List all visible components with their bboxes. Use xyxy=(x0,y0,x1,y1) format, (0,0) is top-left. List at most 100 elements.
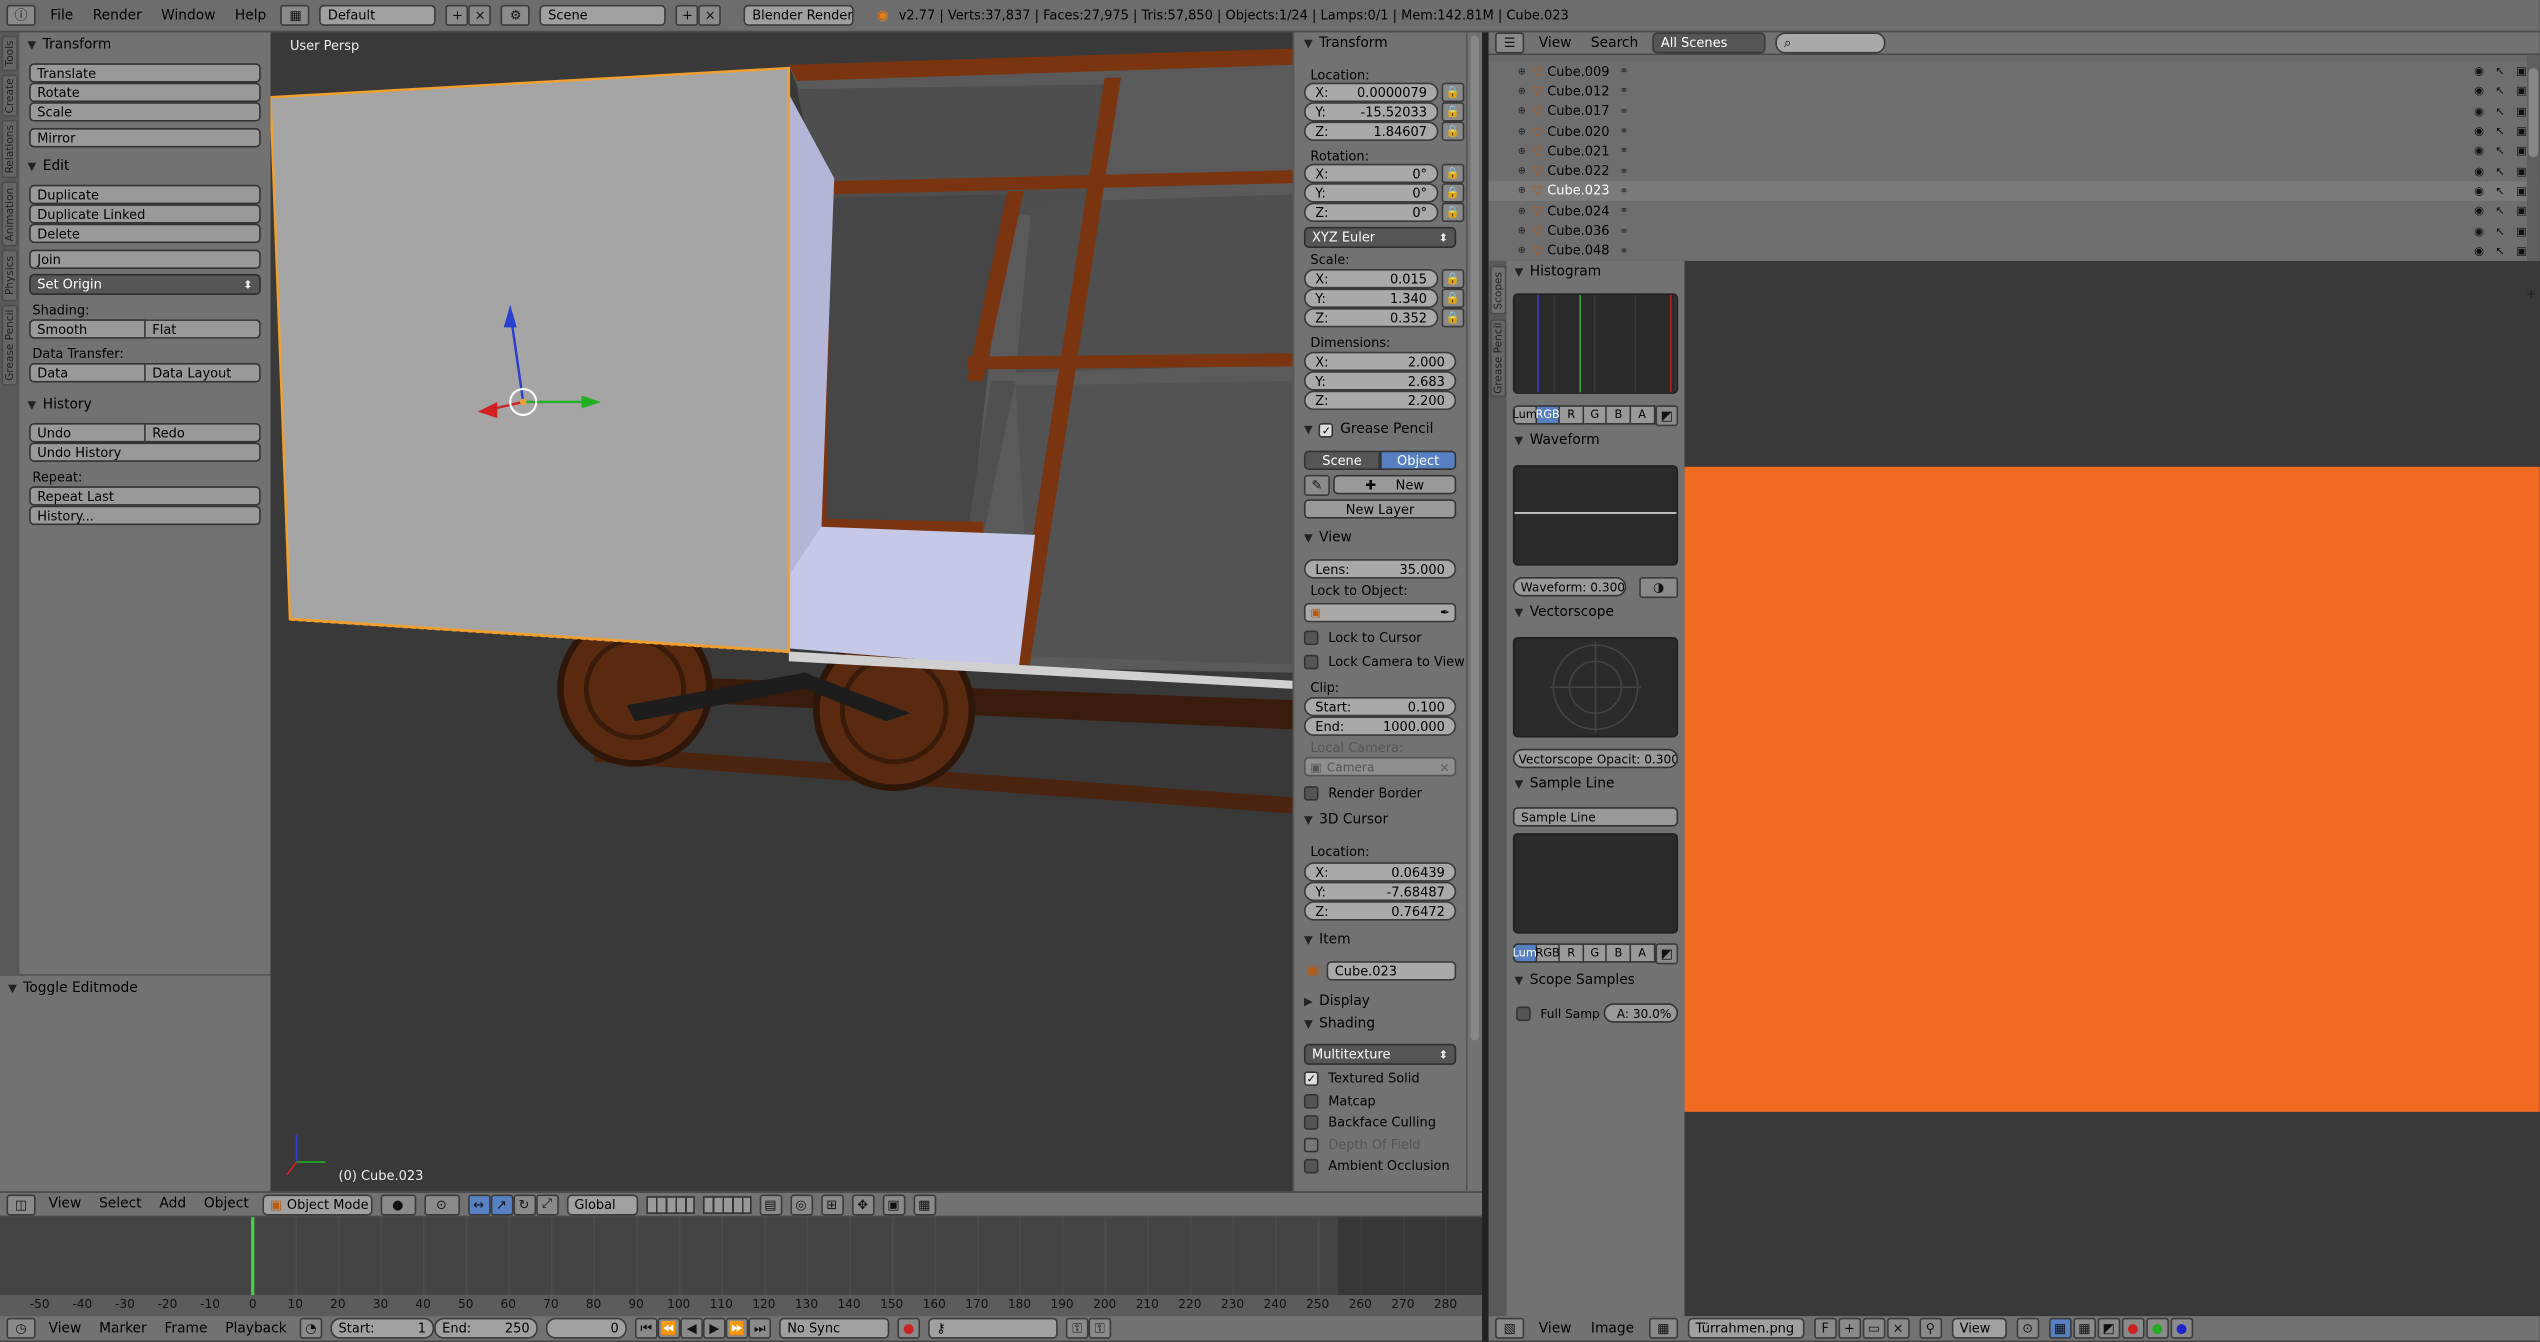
rotation-y-field[interactable]: Y: 0° xyxy=(1303,183,1439,203)
outliner-menu-view[interactable]: View xyxy=(1534,35,1576,51)
sample-line-header[interactable]: ▼ Sample Line xyxy=(1506,773,1615,796)
selectable-cursor-icon[interactable]: ↖ xyxy=(2495,65,2505,78)
visibility-eye-icon[interactable]: ◉ xyxy=(2474,85,2484,98)
image-editor-canvas[interactable]: + xyxy=(1684,260,2540,1317)
shading-mode-select[interactable]: Multitexture ⬍ xyxy=(1303,1043,1457,1065)
history-button[interactable]: History... xyxy=(29,505,261,526)
add-scene-icon[interactable]: + xyxy=(676,4,699,26)
render-camera-icon[interactable]: ▣ xyxy=(2516,185,2527,198)
render-camera-icon[interactable]: ▣ xyxy=(2516,205,2527,218)
vectorscope-display[interactable] xyxy=(1512,636,1679,738)
clip-end-field[interactable]: End: 1000.000 xyxy=(1303,716,1457,736)
timeline-menu-view[interactable]: View xyxy=(44,1320,86,1336)
lock-rotation-z-icon[interactable]: 🔒 xyxy=(1441,202,1465,223)
repeat-last-button[interactable]: Repeat Last xyxy=(29,486,261,506)
jump-start-icon[interactable]: ⏮ xyxy=(634,1317,658,1339)
visibility-eye-icon[interactable]: ◉ xyxy=(2474,65,2484,78)
smooth-button[interactable]: Smooth xyxy=(29,319,146,339)
render-camera-icon[interactable]: ▣ xyxy=(2516,165,2527,178)
lock-location-x-icon[interactable]: 🔒 xyxy=(1441,82,1465,103)
lock-rotation-y-icon[interactable]: 🔒 xyxy=(1441,183,1465,203)
jump-key-forward-icon[interactable]: ⏩ xyxy=(725,1317,749,1339)
menu-render[interactable]: Render xyxy=(88,7,147,23)
expand-icon[interactable]: ⊕ xyxy=(1518,205,1526,216)
visibility-eye-icon[interactable]: ◉ xyxy=(2474,105,2484,118)
outliner-row[interactable]: ⊕ ▽ Cube.036 ⚭ ◉ ↖ ▣ xyxy=(1489,221,2540,241)
outliner-scroll-thumb[interactable] xyxy=(2528,68,2539,158)
scale-manipulator-icon[interactable]: ⤢ xyxy=(535,1193,559,1215)
timeline-menu-frame[interactable]: Frame xyxy=(160,1320,213,1336)
join-button[interactable]: Join xyxy=(29,249,261,270)
tab-physics[interactable]: Physics xyxy=(1,249,18,302)
render-camera-icon[interactable]: ▣ xyxy=(2516,244,2527,257)
histogram-log-icon[interactable]: ◩ xyxy=(1655,405,1679,427)
sample-line-button[interactable]: Sample Line xyxy=(1512,807,1679,827)
outliner-item-label[interactable]: Cube.012 xyxy=(1547,84,1609,99)
lock-scale-z-icon[interactable]: 🔒 xyxy=(1441,307,1465,328)
opengl-render-icon[interactable]: ▦ xyxy=(912,1193,936,1215)
scale-button[interactable]: Scale xyxy=(29,102,261,122)
keying-set-field[interactable]: ⚷ xyxy=(928,1317,1058,1339)
rotation-z-field[interactable]: Z: 0° xyxy=(1303,202,1439,223)
outliner-row[interactable]: ⊕ ▽ Cube.024 ⚭ ◉ ↖ ▣ xyxy=(1489,201,2540,221)
rotate-manipulator-icon[interactable]: ↻ xyxy=(512,1193,536,1215)
menu-add[interactable]: Add xyxy=(155,1196,191,1212)
backface-culling-checkbox[interactable]: Backface Culling xyxy=(1303,1112,1436,1131)
open-image-icon[interactable]: ▭ xyxy=(1862,1317,1886,1339)
outliner-row[interactable]: ⊕ ▽ Cube.017 ⚭ ◉ ↖ ▣ xyxy=(1489,101,2540,121)
expand-icon[interactable]: ⊕ xyxy=(1518,185,1526,196)
hist-g-button[interactable]: G xyxy=(1583,405,1608,425)
gp-object-button[interactable]: Object xyxy=(1380,450,1457,471)
waveform-display[interactable] xyxy=(1512,465,1679,566)
outliner-item-label[interactable]: Cube.048 xyxy=(1547,244,1609,259)
outliner-item-label[interactable]: Cube.020 xyxy=(1547,124,1609,139)
translate-manipulator-icon[interactable]: ↗ xyxy=(490,1193,513,1215)
proportional-edit-icon[interactable]: ◎ xyxy=(789,1193,813,1215)
hist-r-button[interactable]: R xyxy=(1560,405,1584,425)
expand-icon[interactable]: ⊕ xyxy=(1518,166,1526,177)
line-rgb-button[interactable]: RGB xyxy=(1535,943,1561,963)
cursor-y-field[interactable]: Y: -7.68487 xyxy=(1303,881,1457,902)
timeline-area[interactable] xyxy=(0,1217,1484,1317)
selectable-cursor-icon[interactable]: ↖ xyxy=(2495,185,2505,198)
visibility-eye-icon[interactable]: ◉ xyxy=(2474,205,2484,218)
textured-solid-checkbox[interactable]: ✓ Textured Solid xyxy=(1303,1068,1420,1087)
outliner-search-input[interactable]: ⌕ xyxy=(1775,32,1887,54)
insert-keyframe-icon[interactable]: ⚿ xyxy=(1065,1317,1089,1339)
current-frame-field[interactable]: 0 xyxy=(545,1317,627,1339)
cursor-x-field[interactable]: X: 0.06439 xyxy=(1303,862,1457,882)
scale-z-field[interactable]: Z: 0.352 xyxy=(1303,307,1439,328)
outliner-item-label[interactable]: Cube.021 xyxy=(1547,144,1609,159)
histogram-header[interactable]: ▼ Histogram xyxy=(1506,261,1684,284)
vectorscope-opacity-slider[interactable]: Vectorscope Opacit: 0.300 xyxy=(1512,748,1679,769)
play-reverse-icon[interactable]: ◀ xyxy=(680,1317,703,1339)
outliner-row[interactable]: ⊕ ▽ Cube.020 ⚭ ◉ ↖ ▣ xyxy=(1489,121,2540,141)
vectorscope-header[interactable]: ▼ Vectorscope xyxy=(1506,601,1614,624)
line-r-button[interactable]: R xyxy=(1560,943,1584,963)
line-lum-button[interactable]: Lum xyxy=(1513,943,1537,963)
redo-button[interactable]: Redo xyxy=(145,423,261,443)
tab-relations[interactable]: Relations xyxy=(1,119,18,179)
lock-location-z-icon[interactable]: 🔒 xyxy=(1441,121,1465,142)
delete-button[interactable]: Delete xyxy=(29,223,261,244)
flat-button[interactable]: Flat xyxy=(145,319,261,339)
gp-scene-button[interactable]: Scene xyxy=(1303,450,1381,471)
history-panel-header[interactable]: ▼ History xyxy=(19,392,270,418)
frame-end-field[interactable]: End: 250 xyxy=(434,1317,538,1339)
timeline-menu-marker[interactable]: Marker xyxy=(94,1320,151,1336)
layer-lock-icon[interactable]: ▤ xyxy=(758,1193,782,1215)
eyedropper-icon[interactable]: ✒ xyxy=(1440,606,1450,619)
expand-icon[interactable]: ⊕ xyxy=(1518,66,1526,77)
line-g-button[interactable]: G xyxy=(1583,943,1608,963)
render-camera-icon[interactable]: ▣ xyxy=(2516,85,2527,98)
properties-scroll-thumb[interactable] xyxy=(1470,35,1479,1041)
depth-of-field-checkbox[interactable]: Depth Of Field xyxy=(1303,1135,1421,1154)
full-sample-checkbox[interactable]: Full Samp xyxy=(1516,1003,1600,1022)
outliner-item-label[interactable]: Cube.036 xyxy=(1547,224,1609,239)
viewport-3d[interactable]: User Persp (0) Cube.023 xyxy=(270,32,1293,1192)
render-camera-icon[interactable]: ▣ xyxy=(2516,105,2527,118)
frame-start-field[interactable]: Start: 1 xyxy=(330,1317,435,1339)
selectable-cursor-icon[interactable]: ↖ xyxy=(2495,85,2505,98)
ambient-occlusion-checkbox[interactable]: Ambient Occlusion xyxy=(1303,1156,1450,1175)
image-editor-plus-icon[interactable]: + xyxy=(2526,287,2537,302)
